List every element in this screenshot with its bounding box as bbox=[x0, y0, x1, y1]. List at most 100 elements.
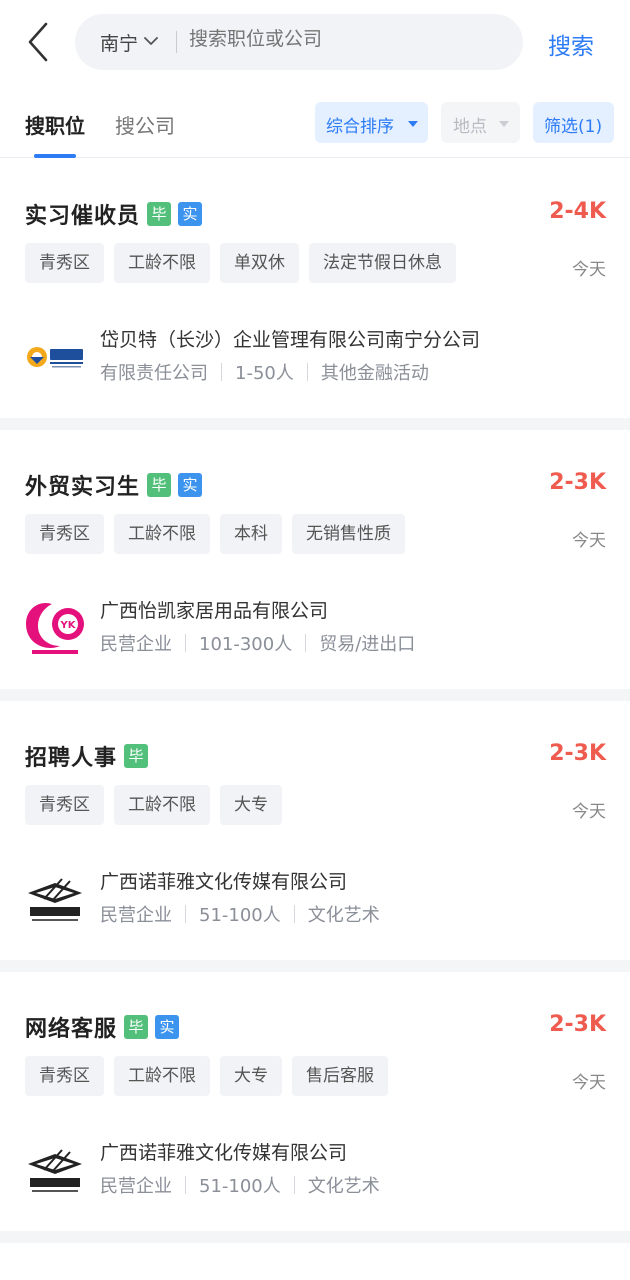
job-tag: 大专 bbox=[220, 1056, 282, 1096]
card-divider bbox=[0, 960, 630, 972]
company-logo bbox=[22, 1136, 88, 1202]
job-tag: 工龄不限 bbox=[114, 514, 210, 554]
search-button[interactable]: 搜索 bbox=[548, 27, 594, 61]
company-name: 广西诺菲雅文化传媒有限公司 bbox=[100, 871, 348, 893]
yikai-logo-icon: YK bbox=[26, 602, 84, 654]
meta-divider bbox=[293, 905, 295, 923]
job-tag: 青秀区 bbox=[25, 785, 104, 825]
company-industry: 其他金融活动 bbox=[320, 363, 429, 384]
chevron-down-icon bbox=[144, 37, 158, 45]
job-tags: 青秀区 工龄不限 大专 售后客服 bbox=[25, 1056, 398, 1096]
job-title: 实习催收员 bbox=[25, 204, 141, 229]
job-tag: 青秀区 bbox=[25, 243, 104, 283]
sort-dropdown[interactable]: 综合排序 bbox=[315, 102, 428, 143]
sort-label: 综合排序 bbox=[326, 117, 394, 137]
caret-down-icon bbox=[408, 121, 418, 127]
company-logo bbox=[22, 323, 88, 389]
company-meta: 民营企业 51-100人 文化艺术 bbox=[100, 901, 380, 927]
job-title: 外贸实习生 bbox=[25, 475, 141, 500]
meta-divider bbox=[185, 905, 186, 923]
job-tag: 单双休 bbox=[220, 243, 299, 283]
divider bbox=[176, 31, 177, 53]
company-size: 1-50人 bbox=[235, 363, 294, 384]
intern-badge: 实 bbox=[155, 1015, 180, 1039]
company-logo: YK bbox=[22, 594, 88, 660]
svg-text:YK: YK bbox=[60, 620, 77, 631]
company-size: 51-100人 bbox=[199, 1176, 281, 1197]
search-bar[interactable]: 南宁 bbox=[75, 14, 523, 70]
company-size: 51-100人 bbox=[199, 905, 281, 926]
job-tag: 工龄不限 bbox=[114, 785, 210, 825]
job-tag: 青秀区 bbox=[25, 514, 104, 554]
meta-divider bbox=[305, 634, 307, 652]
filter-button[interactable]: 筛选(1) bbox=[533, 102, 614, 143]
job-tags: 青秀区 工龄不限 大专 bbox=[25, 785, 292, 825]
post-time: 今天 bbox=[572, 531, 606, 551]
job-tag: 工龄不限 bbox=[114, 243, 210, 283]
job-title-row: 实习催收员 毕 实 bbox=[25, 199, 203, 229]
tab-filter-bar: 搜职位 搜公司 综合排序 地点 筛选(1) bbox=[0, 96, 630, 158]
job-tag: 法定节假日休息 bbox=[309, 243, 456, 283]
job-list: 实习催收员 毕 实 2-4K 青秀区 工龄不限 单双休 法定节假日休息 今天 岱… bbox=[0, 159, 630, 1243]
post-time: 今天 bbox=[572, 260, 606, 280]
company-size: 101-300人 bbox=[199, 634, 293, 655]
job-card[interactable]: 外贸实习生 毕 实 2-3K 青秀区 工龄不限 本科 无销售性质 今天 YK 广… bbox=[0, 430, 630, 689]
company-industry: 文化艺术 bbox=[307, 905, 380, 926]
graduate-badge: 毕 bbox=[124, 1015, 149, 1039]
job-card[interactable]: 实习催收员 毕 实 2-4K 青秀区 工龄不限 单双休 法定节假日休息 今天 岱… bbox=[0, 159, 630, 418]
job-title: 网络客服 bbox=[25, 1017, 118, 1042]
search-input[interactable] bbox=[189, 28, 489, 50]
company-industry: 贸易/进出口 bbox=[319, 634, 416, 655]
job-card[interactable]: 招聘人事 毕 2-3K 青秀区 工龄不限 大专 今天 广西诺菲雅文化传媒有限公司… bbox=[0, 701, 630, 960]
meta-divider bbox=[185, 1176, 186, 1194]
location-dropdown[interactable]: 地点 bbox=[441, 102, 520, 143]
company-type: 民营企业 bbox=[100, 1176, 172, 1197]
back-button[interactable] bbox=[22, 20, 58, 64]
card-divider bbox=[0, 689, 630, 701]
company-name: 广西诺菲雅文化传媒有限公司 bbox=[100, 1142, 348, 1164]
city-selector[interactable]: 南宁 bbox=[100, 29, 138, 56]
graduate-badge: 毕 bbox=[124, 744, 149, 768]
chevron-left-icon bbox=[28, 22, 48, 62]
company-industry: 文化艺术 bbox=[307, 1176, 380, 1197]
job-card[interactable]: 网络客服 毕 实 2-3K 青秀区 工龄不限 大专 售后客服 今天 广西诺菲雅文… bbox=[0, 972, 630, 1231]
job-tag: 本科 bbox=[220, 514, 282, 554]
meta-divider bbox=[306, 363, 308, 381]
company-logo bbox=[22, 865, 88, 931]
company-type: 民营企业 bbox=[100, 905, 172, 926]
post-time: 今天 bbox=[572, 1073, 606, 1093]
salary: 2-3K bbox=[549, 470, 606, 495]
card-divider bbox=[0, 1231, 630, 1243]
job-tag: 售后客服 bbox=[292, 1056, 388, 1096]
graduate-badge: 毕 bbox=[147, 473, 172, 497]
job-tag: 工龄不限 bbox=[114, 1056, 210, 1096]
salary: 2-3K bbox=[549, 1012, 606, 1037]
tab-jobs[interactable]: 搜职位 bbox=[25, 110, 85, 139]
meta-divider bbox=[221, 363, 222, 381]
company-name: 广西怡凯家居用品有限公司 bbox=[100, 600, 329, 622]
top-bar: 南宁 搜索 bbox=[0, 0, 630, 86]
daibeite-logo-icon bbox=[27, 347, 83, 368]
tab-companies[interactable]: 搜公司 bbox=[115, 110, 175, 139]
job-title: 招聘人事 bbox=[25, 746, 118, 771]
job-title-row: 网络客服 毕 实 bbox=[25, 1012, 180, 1042]
company-meta: 民营企业 101-300人 贸易/进出口 bbox=[100, 630, 415, 656]
active-tab-indicator bbox=[34, 154, 76, 158]
company-type: 有限责任公司 bbox=[100, 363, 208, 384]
job-tag: 无销售性质 bbox=[292, 514, 405, 554]
company-type: 民营企业 bbox=[100, 634, 172, 655]
job-tags: 青秀区 工龄不限 单双休 法定节假日休息 bbox=[25, 243, 466, 283]
salary: 2-3K bbox=[549, 741, 606, 766]
job-tag: 青秀区 bbox=[25, 1056, 104, 1096]
graduate-badge: 毕 bbox=[147, 202, 172, 226]
intern-badge: 实 bbox=[178, 473, 203, 497]
job-title-row: 招聘人事 毕 bbox=[25, 741, 149, 771]
salary: 2-4K bbox=[549, 199, 606, 224]
nuofeiya-logo-icon bbox=[28, 878, 82, 921]
meta-divider bbox=[293, 1176, 295, 1194]
company-meta: 民营企业 51-100人 文化艺术 bbox=[100, 1172, 380, 1198]
filter-label: 筛选(1) bbox=[544, 117, 603, 137]
company-meta: 有限责任公司 1-50人 其他金融活动 bbox=[100, 359, 429, 385]
company-name: 岱贝特（长沙）企业管理有限公司南宁分公司 bbox=[100, 329, 481, 351]
intern-badge: 实 bbox=[178, 202, 203, 226]
